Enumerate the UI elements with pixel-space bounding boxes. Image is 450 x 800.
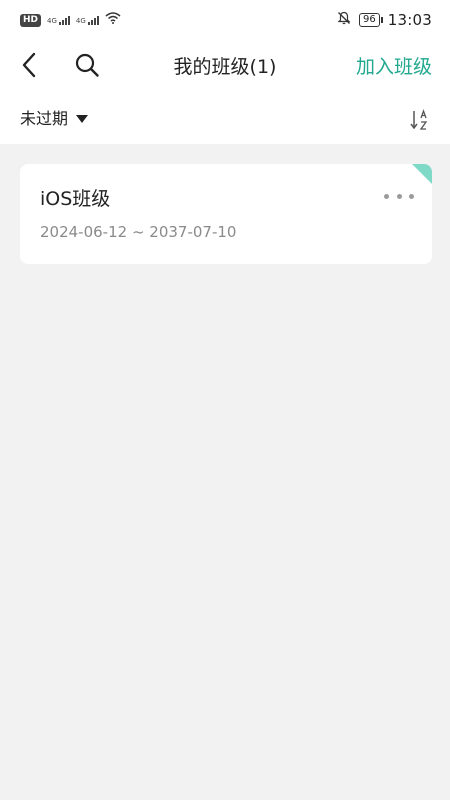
bell-off-icon — [337, 11, 351, 29]
network-type-1: 4G — [47, 16, 57, 25]
search-icon — [74, 52, 100, 82]
hd-indicator: HD — [20, 13, 42, 27]
expiry-filter-dropdown[interactable]: 未过期 — [20, 108, 89, 130]
more-horizontal-icon — [384, 193, 414, 199]
chevron-left-icon — [21, 52, 37, 82]
back-button[interactable] — [14, 52, 44, 82]
class-card[interactable]: iOS班级 2024-06-12 ~ 2037-07-10 — [20, 164, 432, 264]
class-name: iOS班级 — [40, 188, 111, 210]
clock: 13:03 — [387, 11, 432, 29]
battery-indicator: 96 — [359, 13, 383, 27]
more-options-button[interactable] — [384, 188, 414, 204]
signal-bars-icon — [87, 15, 99, 25]
wifi-icon — [105, 12, 121, 28]
sort-az-icon — [410, 109, 432, 136]
search-button[interactable] — [72, 52, 102, 82]
signal-bars-icon — [58, 15, 70, 25]
filter-bar: 未过期 — [0, 96, 450, 144]
join-class-button[interactable]: 加入班级 — [356, 54, 432, 80]
sort-button[interactable] — [410, 108, 432, 132]
network-type-2: 4G — [75, 16, 86, 25]
status-left: HD 4G 4G — [20, 12, 121, 28]
signal-2: 4G — [75, 15, 99, 25]
status-right: 96 13:03 — [337, 11, 432, 29]
filter-label: 未过期 — [20, 109, 69, 128]
caret-down-icon — [76, 115, 89, 123]
signal-1: 4G — [47, 15, 70, 25]
class-date-range: 2024-06-12 ~ 2037-07-10 — [40, 223, 237, 241]
status-bar: HD 4G 4G 96 13:03 — [0, 0, 450, 40]
card-corner-marker — [412, 164, 432, 184]
app-header: 我的班级(1) 加入班级 — [0, 40, 450, 96]
page-title: 我的班级(1) — [173, 56, 277, 78]
